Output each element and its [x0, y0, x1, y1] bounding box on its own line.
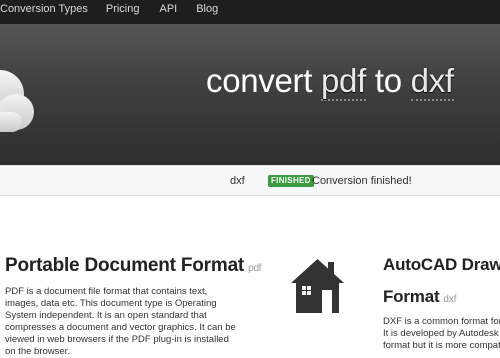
cloud-icon [0, 70, 34, 132]
target-format-title-line2: Format [383, 287, 440, 306]
hero-banner: convert pdf to dxf [0, 24, 500, 165]
status-message: Conversion finished! [312, 175, 412, 187]
file-name[interactable]: dxf [230, 175, 245, 187]
source-format-label[interactable]: pdf [321, 62, 366, 101]
source-format-ext: pdf [248, 263, 262, 274]
target-format-heading: Format dxf [383, 287, 500, 307]
conversion-status-bar: dxf FINISHED Conversion finished! [0, 165, 500, 196]
nav-link-pricing[interactable]: Pricing [106, 0, 140, 17]
target-format-title-line1: AutoCAD Drawi [383, 255, 500, 274]
target-format-info: AutoCAD Drawi Format dxf DXF is a common … [383, 255, 500, 352]
top-navigation: Conversion Types Pricing API Blog [0, 0, 500, 24]
source-format-info: Portable Document Format pdf PDF is a doc… [5, 255, 262, 358]
source-format-description: PDF is a document file format that conta… [5, 286, 236, 357]
source-format-title: Portable Document Format [5, 255, 245, 276]
source-format-heading: Portable Document Format pdf [5, 255, 262, 277]
status-badge: FINISHED [268, 175, 314, 187]
target-format-description-line: It is developed by Autodesk a [383, 328, 500, 339]
house-icon [291, 259, 344, 313]
hero-title-mid: to [374, 62, 402, 99]
target-format-description-line: DXF is a common format for C [383, 316, 500, 327]
nav-link-conversion-types[interactable]: Conversion Types [0, 0, 88, 17]
target-format-description-line: format but it is more compatib [383, 340, 500, 351]
target-format-label[interactable]: dxf [410, 62, 454, 101]
hero-title-prefix: convert [206, 62, 313, 99]
nav-link-api[interactable]: API [159, 0, 177, 17]
target-format-ext: dxf [443, 294, 457, 305]
nav-link-blog[interactable]: Blog [196, 0, 218, 17]
target-format-description: DXF is a common format for C It is devel… [383, 316, 500, 352]
hero-title: convert pdf to dxf [206, 62, 454, 101]
